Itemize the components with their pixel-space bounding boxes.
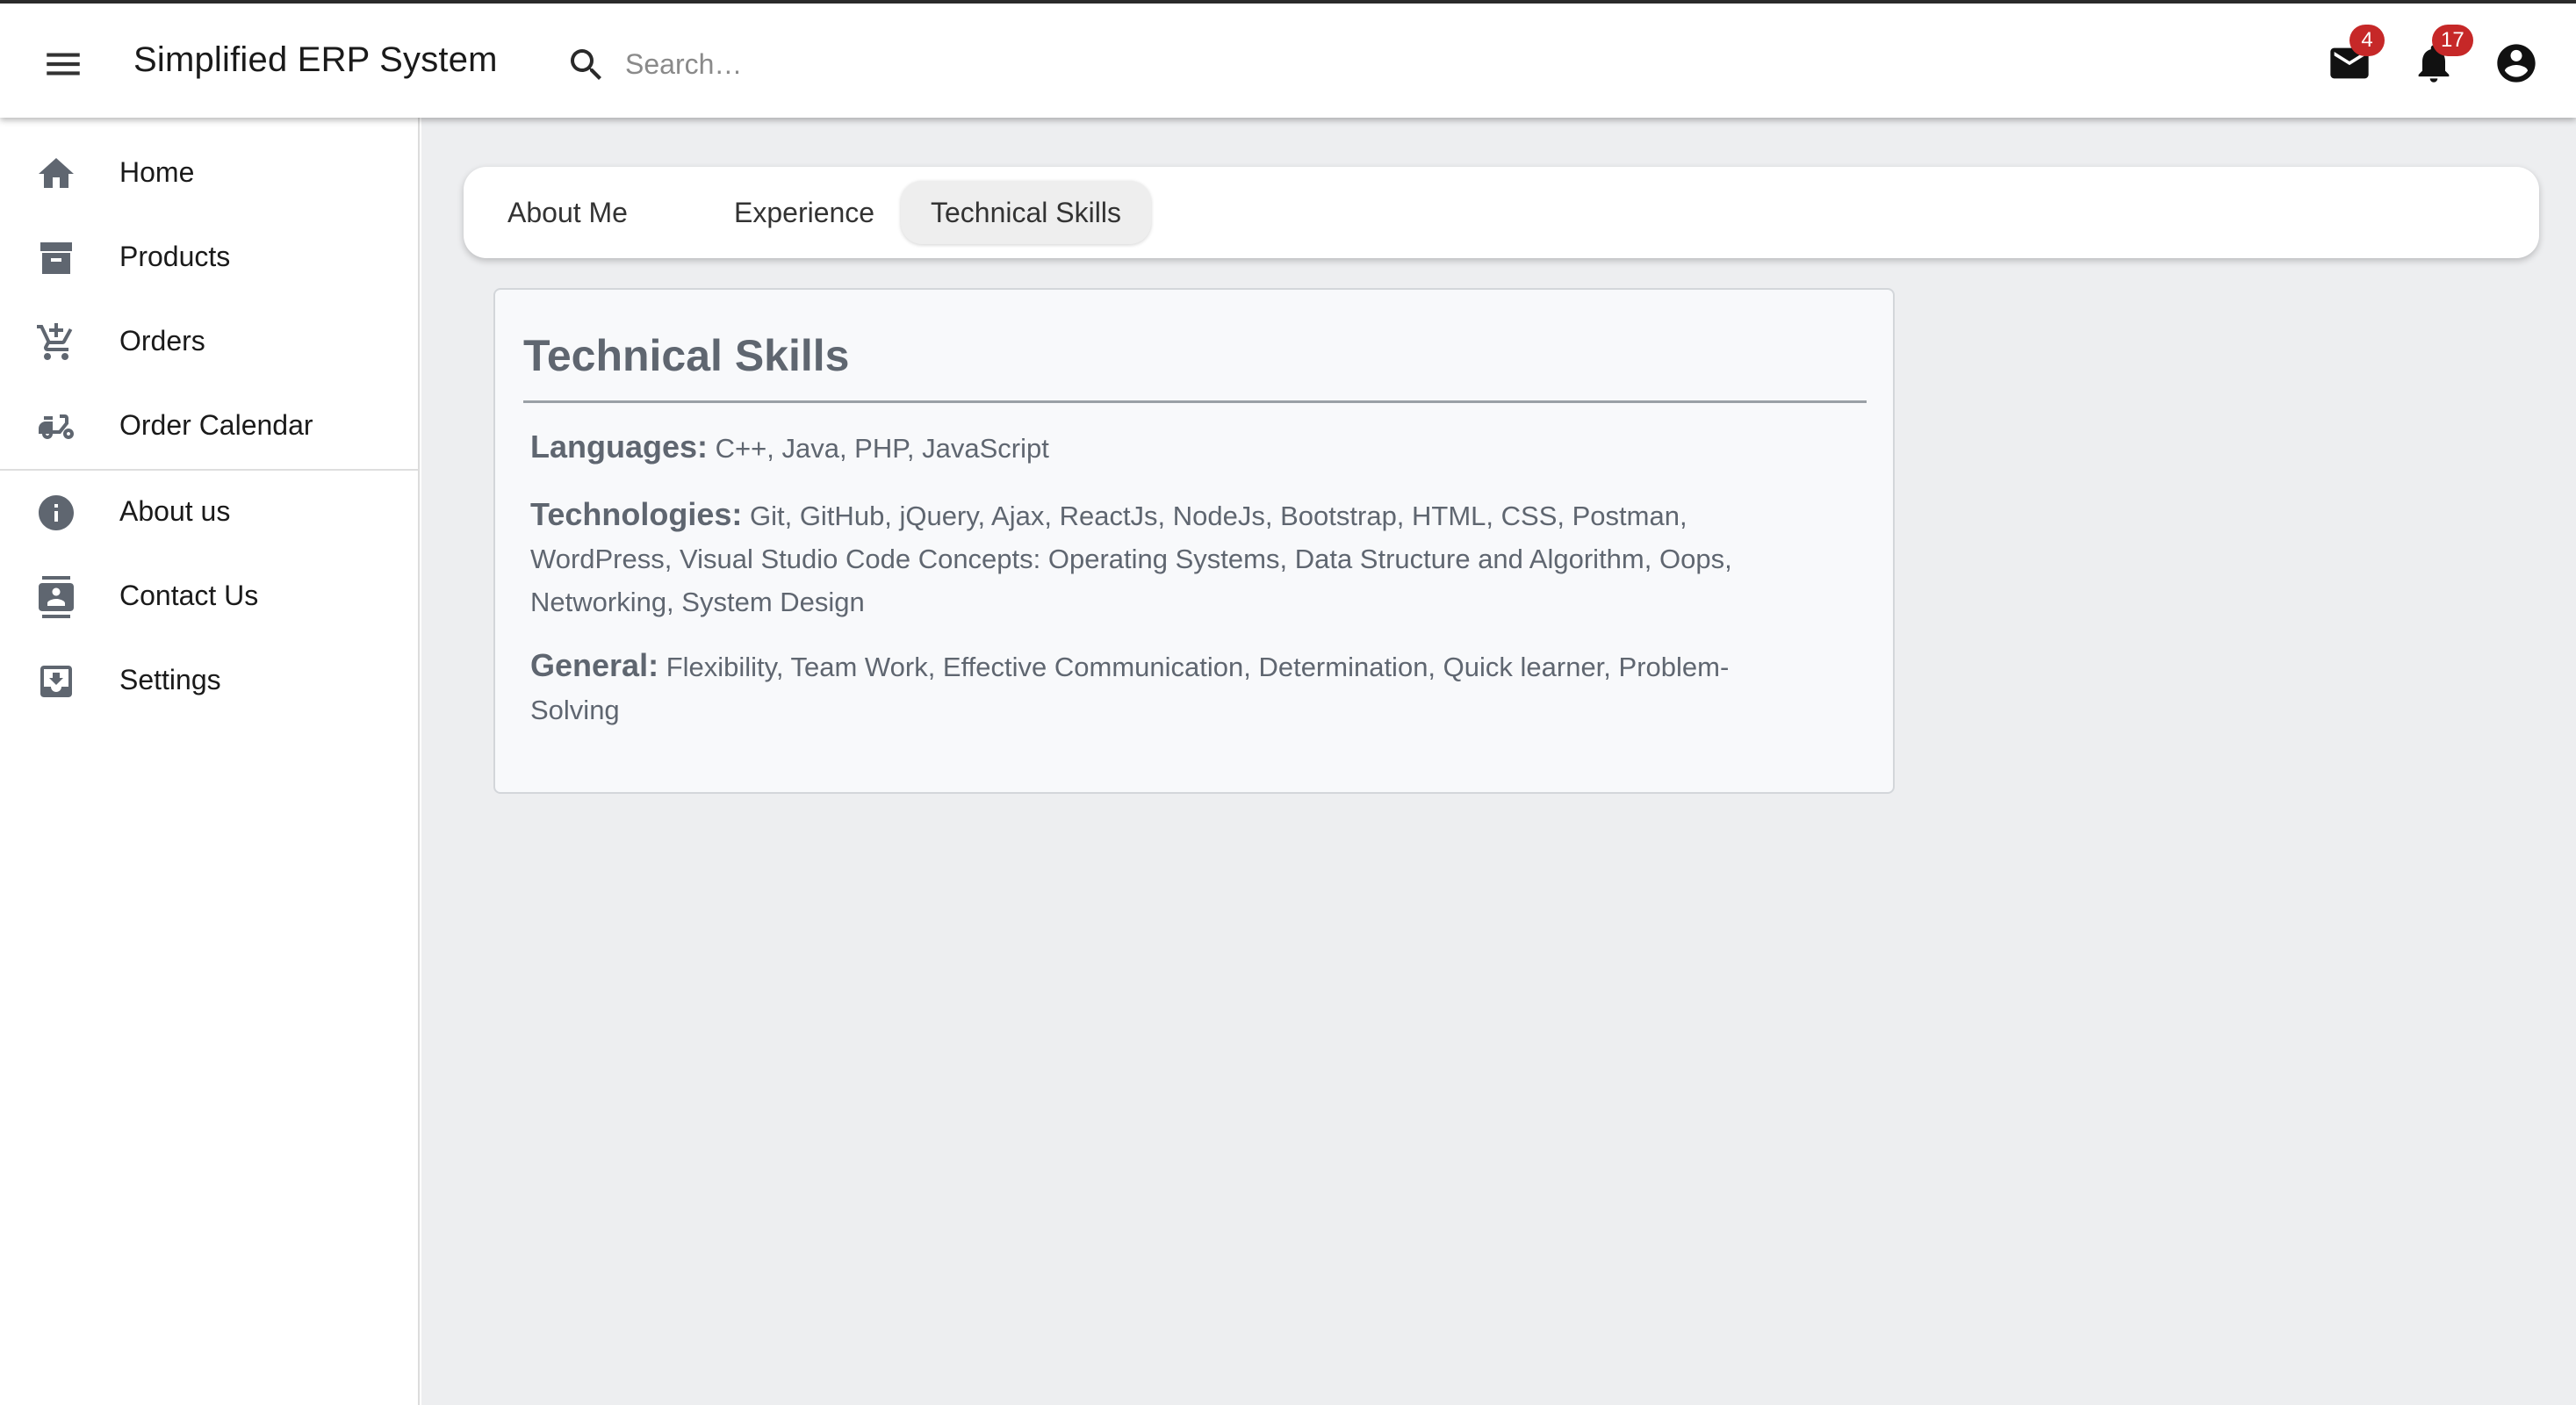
inbox-download-icon — [35, 660, 77, 702]
technical-skills-card: Technical Skills Languages: C++, Java, P… — [493, 288, 1895, 794]
sidebar-item-label: Settings — [119, 664, 221, 695]
skill-languages: Languages: C++, Java, PHP, JavaScript — [530, 425, 1812, 470]
notifications-badge: 17 — [2432, 25, 2473, 56]
card-title: Technical Skills — [523, 331, 850, 380]
skill-technologies: Technologies: Git, GitHub, jQuery, Ajax,… — [530, 493, 1812, 623]
skill-key: Languages: — [530, 429, 709, 465]
search-icon — [565, 44, 608, 86]
tab-experience[interactable]: Experience — [704, 181, 904, 244]
skill-general: General: Flexibility, Team Work, Effecti… — [530, 644, 1812, 731]
account-circle-icon — [2497, 44, 2536, 83]
skill-key: General: — [530, 647, 659, 683]
info-icon — [35, 492, 77, 534]
sidebar-item-settings[interactable]: Settings — [0, 643, 418, 720]
main-content: About Me Experience Technical Skills Tec… — [421, 118, 2576, 1405]
sidebar-item-label: Contact Us — [119, 580, 259, 611]
sidebar-divider — [0, 469, 418, 471]
card-divider — [523, 400, 1867, 403]
mail-badge: 4 — [2349, 25, 2385, 56]
home-icon — [35, 153, 77, 195]
account-button[interactable] — [2490, 37, 2543, 90]
sidebar-item-label: About us — [119, 495, 231, 527]
hamburger-menu-icon[interactable] — [39, 42, 88, 86]
notifications-button[interactable]: 17 — [2407, 25, 2473, 90]
sidebar-item-orders[interactable]: Orders — [0, 304, 418, 381]
sidebar-item-label: Order Calendar — [119, 409, 313, 441]
app-title: Simplified ERP System — [133, 40, 498, 79]
sidebar-item-products[interactable]: Products — [0, 220, 418, 297]
archive-icon — [35, 237, 77, 279]
sidebar-item-about-us[interactable]: About us — [0, 474, 418, 551]
contact-card-icon — [35, 576, 77, 618]
mail-button[interactable]: 4 — [2323, 25, 2385, 90]
sidebar-item-label: Orders — [119, 325, 205, 357]
moped-icon — [35, 406, 77, 448]
skill-value: Flexibility, Team Work, Effective Commun… — [530, 652, 1730, 725]
skill-value: C++, Java, PHP, JavaScript — [715, 433, 1049, 464]
top-app-bar: Simplified ERP System 4 17 — [0, 0, 2576, 118]
cart-icon — [35, 321, 77, 364]
tab-about-me[interactable]: About Me — [478, 181, 658, 244]
tab-bar: About Me Experience Technical Skills — [464, 167, 2539, 258]
sidebar-item-label: Home — [119, 156, 195, 188]
sidebar-item-contact-us[interactable]: Contact Us — [0, 558, 418, 636]
search-bar — [565, 39, 1198, 90]
sidebar: Home Products Orders Order Calendar Abou… — [0, 118, 420, 1405]
sidebar-item-label: Products — [119, 241, 231, 272]
tab-technical-skills[interactable]: Technical Skills — [901, 181, 1151, 244]
sidebar-item-order-calendar[interactable]: Order Calendar — [0, 388, 418, 465]
search-input[interactable] — [625, 44, 1187, 84]
sidebar-item-home[interactable]: Home — [0, 135, 418, 213]
skill-key: Technologies: — [530, 496, 743, 532]
